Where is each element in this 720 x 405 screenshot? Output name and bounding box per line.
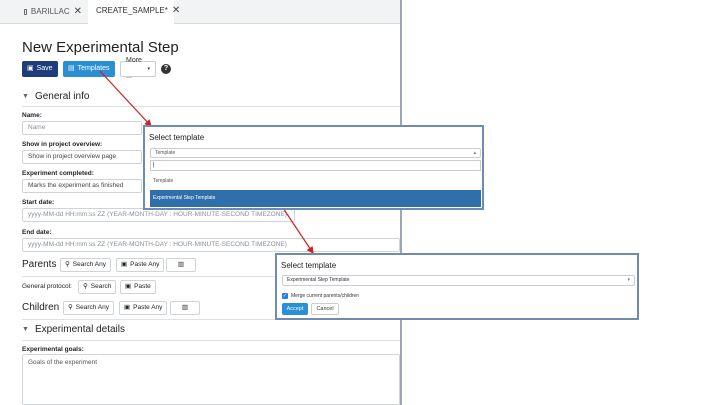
select-value: Experimental Step Template: [287, 277, 350, 283]
dialog-title: Select template: [149, 133, 205, 142]
checkbox-label: Merge current parents/children: [291, 293, 360, 299]
template-search-input[interactable]: |: [150, 160, 481, 171]
caret-up-icon: ▴: [473, 150, 476, 156]
cancel-button[interactable]: Cancel: [311, 303, 339, 315]
arrow-to-template-dialog: [99, 70, 152, 127]
screenshot-page: BARILLAC ✕ CREATE_SAMPLE* ✕ New Experime…: [0, 0, 720, 405]
check-icon: ✓: [282, 293, 288, 299]
template-select[interactable]: Template ▴: [150, 148, 481, 158]
option-template[interactable]: Template: [150, 178, 481, 184]
caret-down-icon: ▾: [627, 277, 630, 283]
dialog-title: Select template: [281, 261, 337, 270]
template-select[interactable]: Experimental Step Template ▾: [282, 275, 635, 286]
accept-button[interactable]: Accept: [282, 303, 308, 315]
select-value: Template: [155, 150, 176, 156]
select-template-dialog: Select template Template ▴ | Template Ex…: [143, 125, 484, 210]
option-experimental-step-template[interactable]: Experimental Step Template: [150, 190, 481, 207]
merge-checkbox[interactable]: ✓ Merge current parents/children: [282, 293, 359, 299]
select-template-confirm-dialog: Select template Experimental Step Templa…: [275, 253, 639, 320]
